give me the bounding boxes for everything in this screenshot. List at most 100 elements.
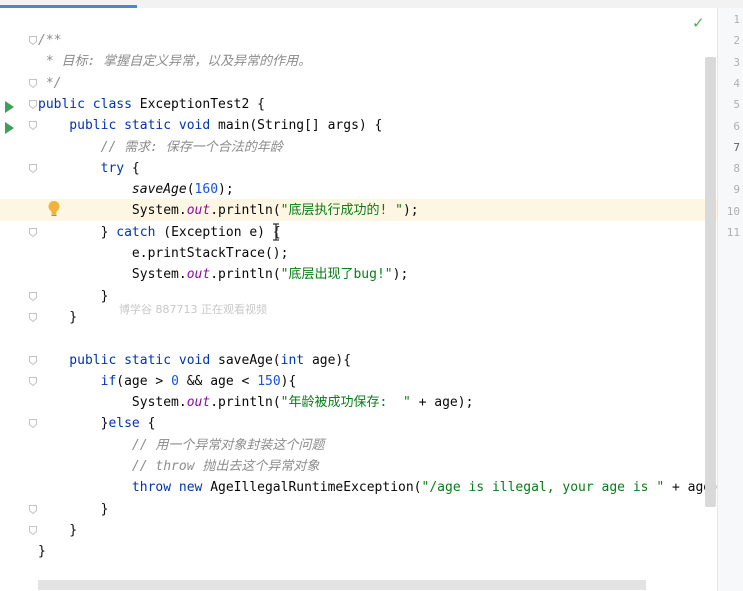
code-token: );	[218, 182, 234, 198]
line-number: 4	[733, 76, 740, 90]
code-token: saveAge	[131, 182, 187, 198]
code-token: out	[186, 203, 211, 219]
line-number: 8	[733, 162, 740, 176]
code-token: .println(	[210, 395, 281, 411]
code-token: System.	[38, 395, 187, 411]
code-token: "/age is illegal, your age is "	[421, 480, 665, 496]
code-line[interactable]: System.out.println("底层出现了bug!");	[38, 264, 408, 285]
code-token: + age);	[410, 395, 474, 411]
code-token: }	[38, 288, 109, 304]
code-token: && age <	[178, 373, 258, 389]
code-line[interactable]: public class ExceptionTest2 {	[38, 94, 265, 115]
code-line[interactable]: * 目标: 掌握自定义异常，以及异常的作用。	[38, 51, 311, 72]
code-token: main(String[] args) {	[218, 118, 383, 134]
fold-icon[interactable]	[29, 291, 37, 301]
code-token: // throw 抛出去这个异常对象	[38, 459, 320, 474]
fold-icon[interactable]	[29, 163, 37, 173]
code-line[interactable]: public static void main(String[] args) {	[38, 115, 382, 136]
code-token: out	[186, 395, 211, 411]
fold-icon[interactable]	[29, 78, 37, 88]
code-token: "底层执行成功的! "	[280, 203, 403, 219]
code-line[interactable]: // 用一个异常对象封装这个问题	[38, 435, 325, 456]
code-token: /**	[38, 33, 62, 48]
code-line[interactable]: if(age > 0 && age < 150){	[38, 371, 297, 392]
code-token: .println(	[210, 203, 281, 219]
code-token: * 目标: 掌握自定义异常，以及异常的作用。	[38, 54, 312, 70]
run-icon[interactable]	[4, 98, 14, 113]
fold-icon[interactable]	[29, 504, 37, 514]
code-token: }	[38, 309, 78, 325]
editor-tab-strip	[0, 0, 743, 8]
code-line[interactable]: }else {	[38, 413, 156, 434]
code-token: 150	[257, 373, 281, 389]
code-line[interactable]: }	[38, 307, 77, 328]
fold-icon[interactable]	[29, 36, 37, 45]
code-token: }	[38, 544, 46, 560]
text-cursor-icon	[272, 223, 279, 241]
fold-icon[interactable]	[29, 525, 37, 535]
code-line[interactable]: throw new AgeIllegalRuntimeException("/a…	[38, 477, 717, 498]
code-line[interactable]: public static void saveAge(int age){	[38, 350, 351, 371]
fold-icon[interactable]	[29, 419, 37, 429]
code-token: */	[38, 75, 62, 91]
code-line[interactable]: // 需求: 保存一个合法的年龄	[38, 137, 283, 158]
code-line[interactable]: saveAge(160);	[38, 179, 234, 200]
code-line[interactable]: }	[38, 499, 109, 520]
code-line[interactable]: try {	[38, 158, 140, 179]
line-number: 6	[733, 119, 740, 133]
code-token: saveAge(	[218, 352, 281, 368]
code-line[interactable]: }	[38, 541, 46, 562]
code-token: "年龄被成功保存: "	[280, 395, 411, 411]
line-number: 7	[733, 140, 740, 154]
inspection-ok-icon[interactable]: ✓	[692, 14, 705, 32]
code-line[interactable]: e.printStackTrace();	[38, 243, 289, 264]
code-token: catch	[116, 224, 164, 240]
horizontal-scrollbar[interactable]	[38, 580, 646, 590]
code-token: 0	[171, 373, 179, 389]
line-number: 9	[733, 183, 740, 197]
code-line[interactable]: } catch (Exception e) {	[38, 222, 281, 243]
code-line[interactable]: // throw 抛出去这个异常对象	[38, 456, 319, 477]
video-watermark: 博学谷 887713 正在观看视频	[119, 303, 267, 316]
code-token: (age >	[116, 373, 172, 389]
code-token: .println(	[210, 267, 281, 283]
code-token: try	[38, 160, 132, 176]
code-line[interactable]: /**	[38, 30, 61, 51]
code-token: public static void	[38, 352, 219, 368]
code-token: 160	[194, 182, 219, 198]
line-number: 1	[733, 13, 740, 26]
code-editor[interactable]: /** * 目标: 掌握自定义异常，以及异常的作用。 */ public clas…	[38, 8, 717, 591]
code-token: {	[147, 416, 156, 432]
code-token: throw new	[38, 480, 211, 496]
run-icon[interactable]	[4, 119, 14, 134]
code-token: if	[38, 373, 117, 389]
fold-icon[interactable]	[29, 355, 37, 365]
fold-icon[interactable]	[29, 121, 37, 131]
line-number: 11	[726, 226, 740, 239]
fold-icon[interactable]	[29, 227, 37, 237]
line-number: 10	[726, 204, 740, 218]
line-number: 2	[733, 34, 740, 48]
code-token: // 需求: 保存一个合法的年龄	[38, 139, 283, 155]
code-token: (	[186, 182, 195, 198]
code-token: "底层出现了bug!"	[280, 267, 393, 283]
line-number: 5	[733, 98, 740, 112]
code-token: System.	[38, 267, 187, 283]
code-line[interactable]: */	[38, 73, 62, 94]
line-number: 3	[733, 55, 740, 69]
fold-icon[interactable]	[29, 376, 37, 386]
code-line[interactable]: System.out.println("年龄被成功保存: " + age);	[38, 392, 474, 413]
code-token: AgeIllegalRuntimeException(	[210, 480, 422, 496]
code-line[interactable]: }	[38, 286, 109, 307]
code-line[interactable]: }	[38, 520, 77, 541]
code-line[interactable]: System.out.println("底层执行成功的! ");	[38, 200, 419, 221]
code-token: out	[186, 267, 211, 283]
code-token: );	[392, 267, 409, 283]
vertical-scrollbar[interactable]	[705, 57, 716, 507]
code-token: int	[280, 352, 312, 368]
fold-icon[interactable]	[29, 312, 37, 322]
code-token: }	[38, 522, 78, 538]
code-token: );	[402, 203, 419, 219]
fold-icon[interactable]	[29, 99, 37, 109]
